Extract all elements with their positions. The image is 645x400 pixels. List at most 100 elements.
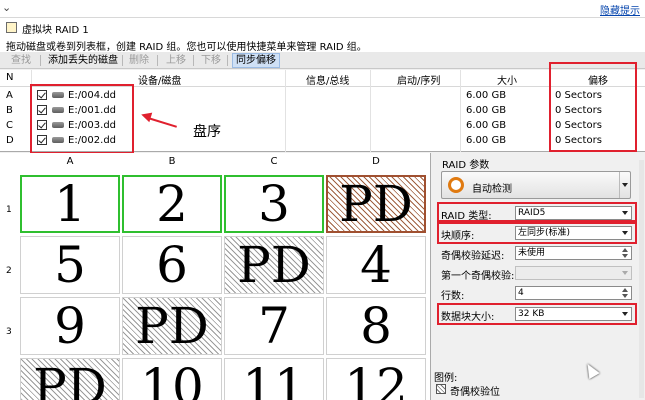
spinner-icon[interactable] [621, 288, 629, 299]
raid-type-select[interactable]: RAID5 [515, 206, 632, 220]
grid-column-b: B [168, 156, 176, 167]
disk-checkbox[interactable] [37, 90, 47, 100]
disk-order-annotation: 盘序 [193, 124, 221, 140]
disk-path: E:/001.dd [68, 105, 117, 116]
block-size-select[interactable]: 32 KB [515, 307, 632, 321]
disk-offset: 0 Sectors [555, 135, 602, 146]
delete-button[interactable]: 删除 [126, 53, 152, 68]
disk-letter: A [6, 90, 13, 101]
parity-cell[interactable]: PD [224, 236, 324, 294]
block-cell[interactable]: 2 [122, 175, 222, 233]
block-cell[interactable]: 12 [326, 358, 426, 400]
move-up-button[interactable]: 上移 [163, 53, 189, 68]
column-device[interactable]: 设备/磁盘 [138, 72, 181, 87]
block-size-value: 32 KB [518, 309, 545, 319]
parity-cell[interactable]: PD [326, 175, 426, 233]
disk-row[interactable]: A E:/004.dd 6.00 GB 0 Sectors [0, 88, 645, 103]
auto-detect-label: 自动检测 [472, 184, 512, 195]
raid-window: ⌄ 隐藏提示 虚拟块 RAID 1 拖动磁盘或卷到列表框，创建 RAID 组。您… [0, 0, 645, 400]
block-cell[interactable]: 9 [20, 297, 120, 355]
parity-cell[interactable]: PD [122, 297, 222, 355]
spinner-icon[interactable] [621, 248, 629, 259]
column-boot[interactable]: 启动/序列 [397, 72, 440, 87]
hard-disk-icon [52, 107, 64, 113]
disk-checkbox[interactable] [37, 135, 47, 145]
block-cell[interactable]: 5 [20, 236, 120, 294]
block-size-label: 数据块大小: [441, 312, 495, 323]
disk-checkbox[interactable] [37, 105, 47, 115]
toolbar: 查找 添加丢失的磁盘 删除 上移 下移 同步偏移 [0, 52, 645, 69]
grid-column-c: C [270, 156, 278, 167]
disk-letter: B [6, 105, 13, 116]
auto-detect-icon [448, 177, 464, 193]
title-bar: ⌄ 隐藏提示 [0, 0, 645, 18]
disk-row[interactable]: D E:/002.dd 6.00 GB 0 Sectors [0, 133, 645, 148]
parity-delay-row: 奇偶校验延迟: 未使用 [441, 246, 633, 262]
raid-type-value: RAID5 [518, 208, 546, 218]
block-cell[interactable]: 7 [224, 297, 324, 355]
grid-column-d: D [372, 156, 380, 167]
raid-type-row: RAID 类型: RAID5 [441, 206, 633, 222]
column-offset[interactable]: 偏移 [588, 72, 608, 87]
disk-list: N 设备/磁盘 信息/总线 启动/序列 大小 偏移 A E:/004.dd 6.… [0, 70, 645, 152]
disk-row[interactable]: C E:/003.dd 6.00 GB 0 Sectors [0, 118, 645, 133]
chevron-down-icon [622, 211, 628, 215]
raid-app-icon [6, 22, 17, 33]
find-button[interactable]: 查找 [8, 53, 34, 68]
block-cell[interactable]: 10 [122, 358, 222, 400]
toolbar-separator [157, 55, 158, 66]
sync-offset-button[interactable]: 同步偏移 [232, 53, 280, 68]
rows-stepper[interactable]: 4 [515, 286, 632, 300]
first-parity-row: 第一个奇偶校验: [441, 266, 633, 282]
block-cell[interactable]: 6 [122, 236, 222, 294]
disk-size: 6.00 GB [466, 105, 507, 116]
block-order-label: 块顺序: [441, 231, 475, 242]
toolbar-separator [122, 55, 123, 66]
block-cell[interactable]: 11 [224, 358, 324, 400]
raid-type-label: RAID 类型: [441, 211, 492, 222]
chevron-down-icon [622, 231, 628, 235]
disk-offset: 0 Sectors [555, 105, 602, 116]
disk-path: E:/002.dd [68, 135, 117, 146]
disk-checkbox[interactable] [37, 120, 47, 130]
parity-swatch-icon [436, 384, 446, 394]
grid-row-2: 2 [6, 266, 12, 276]
block-cell[interactable]: 4 [326, 236, 426, 294]
grid-column-a: A [66, 156, 74, 167]
grid-row-1: 1 [6, 205, 12, 215]
disk-path: E:/003.dd [68, 120, 117, 131]
column-n[interactable]: N [6, 72, 13, 83]
disk-size: 6.00 GB [466, 120, 507, 131]
hard-disk-icon [52, 122, 64, 128]
block-cell[interactable]: 3 [224, 175, 324, 233]
parity-delay-label: 奇偶校验延迟: [441, 251, 505, 262]
block-order-select[interactable]: 左同步(标准) [515, 226, 632, 240]
window-title: 虚拟块 RAID 1 [22, 25, 89, 36]
disk-path: E:/004.dd [68, 90, 117, 101]
block-cell[interactable]: 1 [20, 175, 120, 233]
disk-letter: C [6, 120, 13, 131]
block-order-row: 块顺序: 左同步(标准) [441, 226, 633, 242]
disk-size: 6.00 GB [466, 135, 507, 146]
auto-detect-button[interactable]: 自动检测 [441, 171, 631, 199]
panel-scrollbar[interactable] [639, 160, 644, 398]
tips-header: 虚拟块 RAID 1 拖动磁盘或卷到列表框，创建 RAID 组。您也可以使用快捷… [0, 18, 645, 53]
block-size-row: 数据块大小: 32 KB [441, 307, 633, 323]
parity-cell[interactable]: PD [20, 358, 120, 400]
chevron-down-icon [622, 312, 628, 316]
toolbar-separator [193, 55, 194, 66]
add-missing-disk-button[interactable]: 添加丢失的磁盘 [45, 53, 121, 68]
hide-tips-link[interactable]: 隐藏提示 [600, 2, 640, 17]
grid-row-3: 3 [6, 327, 12, 337]
disk-row[interactable]: B E:/001.dd 6.00 GB 0 Sectors [0, 103, 645, 118]
collapse-chevron-icon[interactable]: ⌄ [2, 1, 11, 14]
move-down-button[interactable]: 下移 [198, 53, 224, 68]
auto-detect-dropdown-icon[interactable] [619, 172, 630, 198]
column-size[interactable]: 大小 [497, 72, 517, 87]
column-info[interactable]: 信息/总线 [306, 72, 349, 87]
disk-offset: 0 Sectors [555, 120, 602, 131]
parity-delay-stepper[interactable]: 未使用 [515, 246, 632, 260]
disk-size: 6.00 GB [466, 90, 507, 101]
block-cell[interactable]: 8 [326, 297, 426, 355]
parity-delay-value: 未使用 [518, 248, 546, 258]
